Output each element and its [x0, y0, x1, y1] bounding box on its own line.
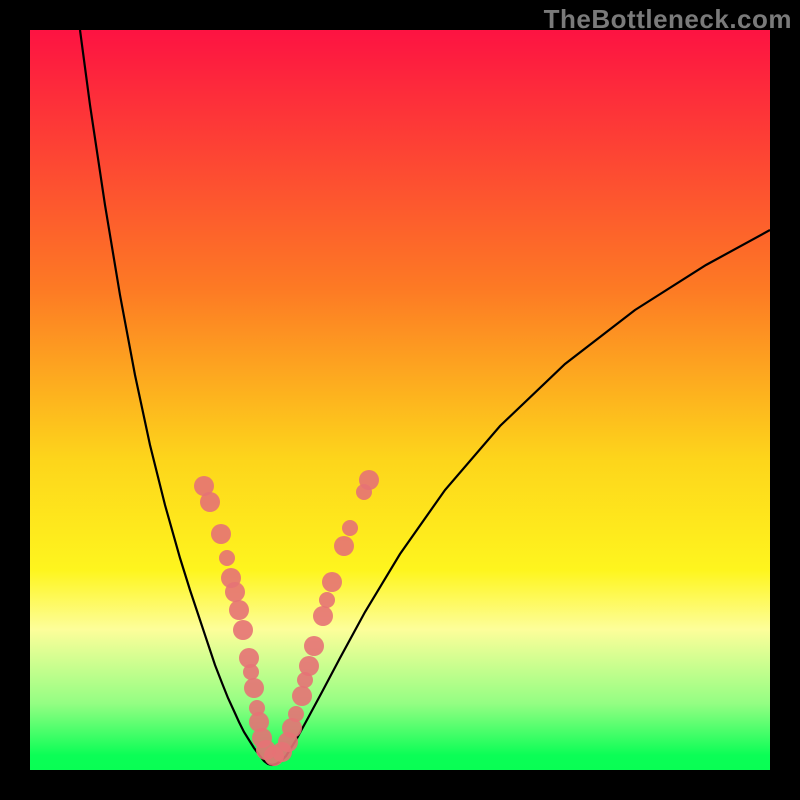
data-point [225, 582, 245, 602]
data-point [244, 678, 264, 698]
chart-area [30, 30, 770, 770]
data-point [243, 664, 259, 680]
data-point [319, 592, 335, 608]
data-point [211, 524, 231, 544]
data-point [299, 656, 319, 676]
data-point [334, 536, 354, 556]
bottleneck-curve [80, 30, 770, 765]
data-point [288, 706, 304, 722]
data-point [342, 520, 358, 536]
data-point [322, 572, 342, 592]
data-point [304, 636, 324, 656]
data-point [359, 470, 379, 490]
data-point [313, 606, 333, 626]
data-point [219, 550, 235, 566]
data-point [229, 600, 249, 620]
data-point [233, 620, 253, 640]
data-point [292, 686, 312, 706]
data-points [194, 470, 379, 766]
data-point [200, 492, 220, 512]
chart-svg [30, 30, 770, 770]
watermark-text: TheBottleneck.com [544, 4, 792, 35]
